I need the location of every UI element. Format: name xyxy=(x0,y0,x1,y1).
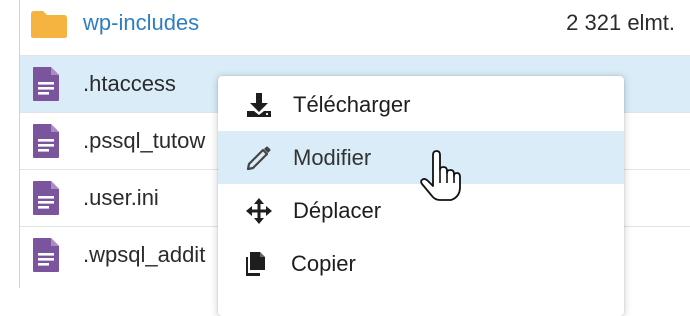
folder-item-count: 2 321 elmt. xyxy=(566,10,675,35)
menu-item-label: Déplacer xyxy=(293,197,382,223)
file-name[interactable]: .wpsql_addit xyxy=(83,227,205,283)
folder-icon xyxy=(30,9,68,44)
menu-item-copy[interactable]: Copier xyxy=(218,237,624,290)
document-icon xyxy=(32,237,60,278)
file-name[interactable]: .htaccess xyxy=(83,56,176,112)
hand-cursor-icon xyxy=(418,150,462,202)
menu-item-label: Télécharger xyxy=(293,91,411,117)
document-icon xyxy=(32,180,60,221)
file-name[interactable]: .user.ini xyxy=(83,170,159,226)
menu-item-label: Copier xyxy=(291,250,356,276)
file-name[interactable]: .pssql_tutow xyxy=(83,113,205,169)
move-icon xyxy=(245,197,273,225)
pencil-icon xyxy=(245,144,273,172)
folder-row-wp-includes[interactable]: wp-includes 2 321 elmt. xyxy=(20,0,690,51)
folder-name[interactable]: wp-includes xyxy=(83,0,199,51)
menu-item-download[interactable]: Télécharger xyxy=(218,78,624,131)
copy-icon xyxy=(243,250,271,278)
menu-item-label: Modifier xyxy=(293,144,372,170)
download-icon xyxy=(245,91,273,119)
document-icon xyxy=(32,66,60,107)
document-icon xyxy=(32,123,60,164)
